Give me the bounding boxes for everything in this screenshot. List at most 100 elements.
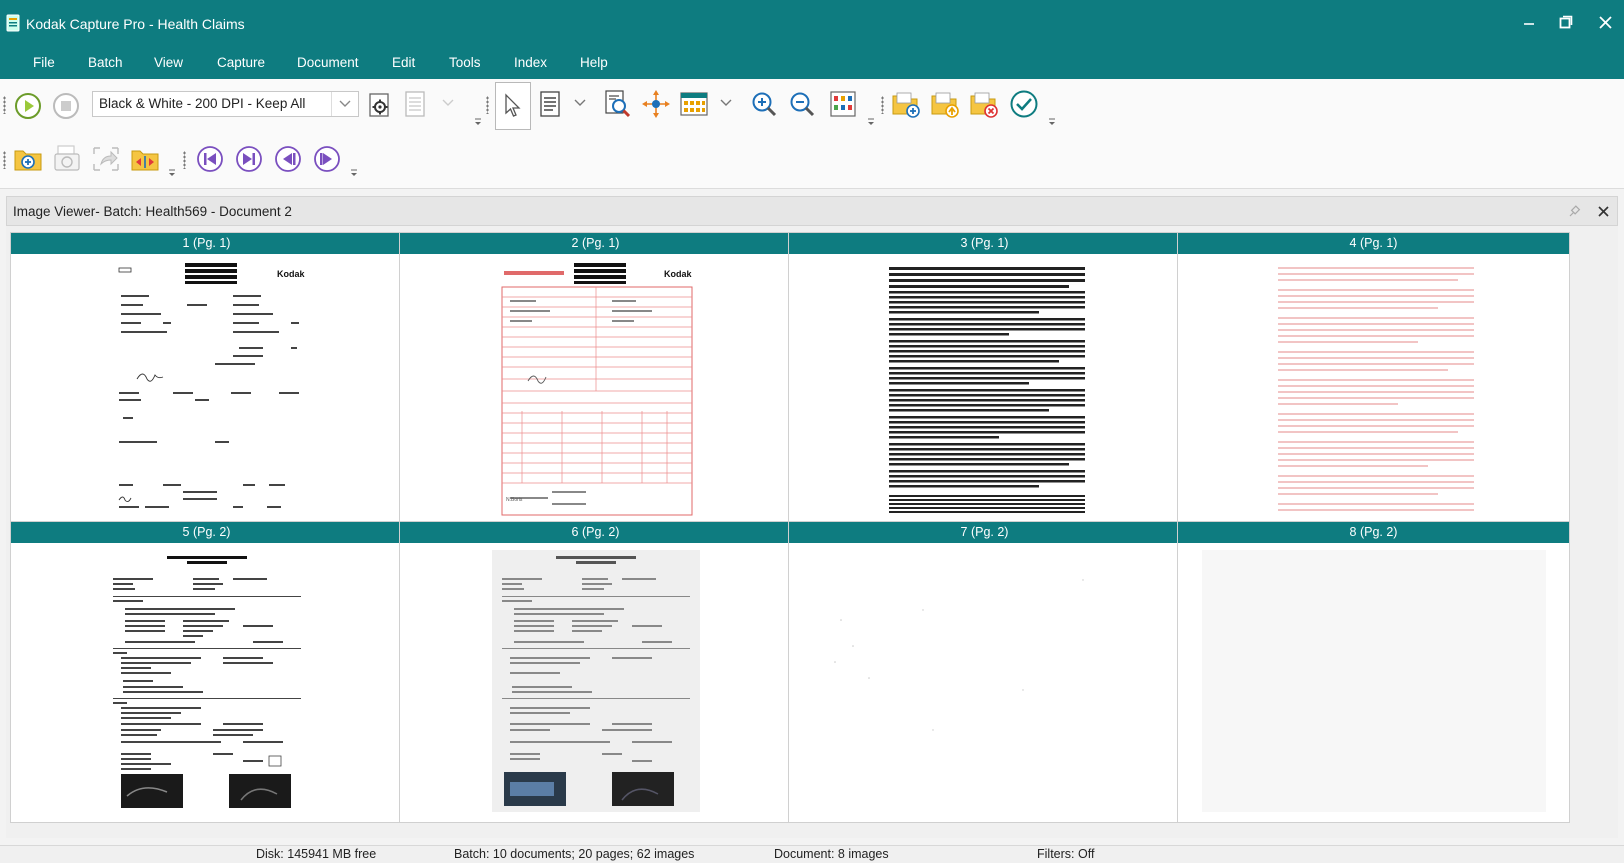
minimize-button[interactable] xyxy=(1514,10,1544,36)
folder-upload-icon xyxy=(931,92,959,118)
page-list-icon xyxy=(405,91,425,117)
main-toolbar: Black & White - 200 DPI - Keep All xyxy=(0,79,1624,133)
menu-view[interactable]: View xyxy=(154,55,183,70)
zoom-page-button[interactable] xyxy=(602,88,634,120)
svg-text:Kodak: Kodak xyxy=(277,269,306,279)
cursor-arrow-icon xyxy=(505,93,521,117)
toolbar-overflow-icon[interactable] xyxy=(473,117,483,127)
status-batch: Batch: 10 documents; 20 pages; 62 images xyxy=(454,847,695,861)
folder-delete-icon xyxy=(970,92,998,118)
last-document-button[interactable] xyxy=(233,143,265,175)
thumbnail-caption: 8 (Pg. 2) xyxy=(1178,522,1569,543)
thumbnail-grid-icon xyxy=(680,92,708,116)
menu-index[interactable]: Index xyxy=(514,55,547,70)
open-batch-button[interactable] xyxy=(929,88,961,120)
profile-settings-button[interactable] xyxy=(364,90,396,122)
toolbar-grip[interactable] xyxy=(3,151,6,169)
toolbar-grip[interactable] xyxy=(3,96,6,114)
image-viewer-header: Image Viewer- Batch: Health569 - Documen… xyxy=(6,196,1618,226)
menu-document[interactable]: Document xyxy=(297,55,359,70)
toolbar-overflow-icon[interactable] xyxy=(1047,117,1057,127)
menu-file[interactable]: File xyxy=(33,55,55,70)
thumbnail-6[interactable]: 6 (Pg. 2) xyxy=(399,521,792,823)
select-tool-button[interactable] xyxy=(495,82,531,130)
restore-button[interactable] xyxy=(1551,10,1581,36)
page-image xyxy=(103,550,311,812)
scanner-app-icon xyxy=(6,14,20,32)
image-viewer-title: Image Viewer- Batch: Health569 - Documen… xyxy=(13,204,292,219)
status-document: Document: 8 images xyxy=(774,847,889,861)
page-image xyxy=(1202,550,1546,812)
insert-document-button[interactable] xyxy=(12,143,44,175)
menu-capture[interactable]: Capture xyxy=(217,55,265,70)
next-icon xyxy=(314,146,340,172)
pan-tool-button[interactable] xyxy=(640,88,672,120)
zoom-in-button[interactable] xyxy=(748,88,780,120)
svg-text:Kodak: Kodak xyxy=(664,269,693,279)
thumbnail-8[interactable]: 8 (Pg. 2) xyxy=(1177,521,1570,823)
restore-icon xyxy=(1559,15,1573,29)
thumbnail-4[interactable]: 4 (Pg. 1) xyxy=(1177,232,1570,534)
title-bar: Kodak Capture Pro - Health Claims xyxy=(0,0,1624,47)
split-document-button[interactable] xyxy=(129,143,161,175)
menu-batch[interactable]: Batch xyxy=(88,55,123,70)
menu-edit[interactable]: Edit xyxy=(392,55,415,70)
thumbnail-caption: 2 (Pg. 1) xyxy=(400,233,791,254)
status-disk: Disk: 145941 MB free xyxy=(256,847,377,861)
document-toolbar xyxy=(0,133,1624,189)
document-view-button[interactable] xyxy=(535,86,565,122)
page-image xyxy=(813,550,1157,812)
next-document-button[interactable] xyxy=(311,143,343,175)
play-icon xyxy=(15,93,41,119)
zoom-in-icon xyxy=(752,92,777,117)
stop-scan-button[interactable] xyxy=(50,90,82,122)
check-circle-icon xyxy=(1010,90,1038,118)
zoom-out-icon xyxy=(790,92,815,117)
color-grid-icon xyxy=(830,91,856,117)
previous-document-button[interactable] xyxy=(272,143,304,175)
thumbnail-caption: 1 (Pg. 1) xyxy=(11,233,402,254)
folder-add-icon xyxy=(892,92,920,118)
scan-profile-select[interactable]: Black & White - 200 DPI - Keep All xyxy=(92,91,359,117)
image-viewer-grid: 1 (Pg. 1) Kodak 2 (Pg. 1) Kodak N.Boris … xyxy=(6,226,1618,838)
status-filters: Filters: Off xyxy=(1037,847,1095,861)
finish-batch-button[interactable] xyxy=(1008,88,1040,120)
delete-batch-button[interactable] xyxy=(968,88,1000,120)
capture-page-button[interactable] xyxy=(51,143,83,175)
pin-icon[interactable] xyxy=(1567,205,1581,219)
close-icon xyxy=(1598,16,1612,29)
status-bar: Disk: 145941 MB free Batch: 10 documents… xyxy=(0,845,1624,863)
start-scan-button[interactable] xyxy=(12,90,44,122)
toolbar-grip[interactable] xyxy=(881,96,884,114)
toolbar-grip[interactable] xyxy=(183,151,186,169)
page-options-dropdown[interactable] xyxy=(440,88,456,118)
zoom-out-button[interactable] xyxy=(786,88,818,120)
minimize-icon xyxy=(1524,23,1534,25)
thumbnail-2[interactable]: 2 (Pg. 1) Kodak N.Boris xyxy=(399,232,792,534)
folder-split-icon xyxy=(131,150,159,171)
first-document-button[interactable] xyxy=(194,143,226,175)
thumbnail-1[interactable]: 1 (Pg. 1) Kodak xyxy=(10,232,403,534)
toolbar-overflow-icon[interactable] xyxy=(167,168,177,178)
document-view-dropdown[interactable] xyxy=(572,88,588,118)
color-grid-button[interactable] xyxy=(827,88,859,120)
grid-layout-button[interactable] xyxy=(679,88,709,120)
thumbnail-7[interactable]: 7 (Pg. 2) xyxy=(788,521,1181,823)
new-batch-button[interactable] xyxy=(890,88,922,120)
thumbnail-5[interactable]: 5 (Pg. 2) xyxy=(10,521,403,823)
toolbar-overflow-icon[interactable] xyxy=(866,117,876,127)
export-button[interactable] xyxy=(90,143,122,175)
skip-first-icon xyxy=(197,146,223,172)
menu-help[interactable]: Help xyxy=(580,55,608,70)
close-panel-icon[interactable] xyxy=(1597,205,1610,218)
close-button[interactable] xyxy=(1590,10,1620,36)
page-options-button[interactable] xyxy=(402,86,428,122)
scan-profile-value: Black & White - 200 DPI - Keep All xyxy=(99,96,306,111)
menu-bar: File Batch View Capture Document Edit To… xyxy=(0,47,1624,79)
thumbnail-3[interactable]: 3 (Pg. 1) xyxy=(788,232,1181,534)
toolbar-overflow-icon[interactable] xyxy=(349,168,359,178)
chevron-down-icon xyxy=(331,92,358,116)
menu-tools[interactable]: Tools xyxy=(449,55,481,70)
toolbar-grip[interactable] xyxy=(486,96,489,114)
grid-layout-dropdown[interactable] xyxy=(718,88,734,118)
